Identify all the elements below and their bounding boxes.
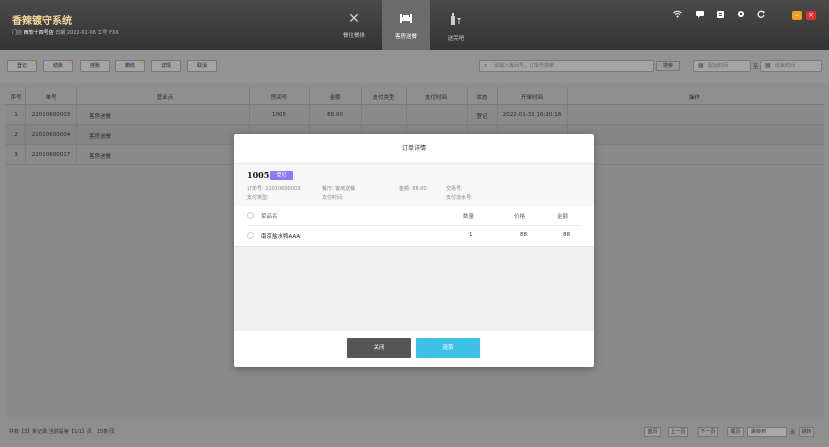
bed-icon — [382, 12, 430, 27]
date-label: 日期 — [55, 30, 66, 36]
nav-table-service[interactable]: ✕ 餐位餐排 — [330, 0, 378, 50]
end-time-input[interactable]: ▦ 结束时间 — [760, 60, 822, 72]
item-row[interactable]: 南京盐水鸭AAA 1 88 88 — [247, 226, 581, 246]
refund-button[interactable]: 退菜 — [416, 338, 480, 358]
select-all-checkbox[interactable] — [247, 212, 254, 219]
serial-field: 支付流水号: — [446, 195, 473, 201]
dialog-title: 订单详情 — [234, 134, 594, 164]
store-name: 西软十四号店 — [23, 30, 54, 36]
close-button[interactable]: 关闭 — [347, 338, 411, 358]
pay-type-field: 支付类型: — [247, 195, 269, 201]
amount-field: 金额: 88.00 — [399, 186, 427, 192]
next-page-button[interactable]: 下一页 — [698, 427, 718, 437]
calendar-icon: ▦ — [765, 62, 771, 69]
trade-no-field: 交易号: — [446, 186, 463, 192]
col-room: 房间号 — [270, 95, 288, 101]
refresh-icon[interactable] — [757, 10, 765, 20]
app-title: 香辣镀守系统 — [12, 16, 72, 27]
goto-page-input[interactable]: 跳转到 — [747, 427, 787, 437]
pagination-summary: 共有【3】条记录,当前是第【1/1】页 15条/页 — [9, 429, 115, 435]
item-checkbox[interactable] — [247, 232, 254, 239]
search-input[interactable]: ⌕ 请输入房间号，订单号搜索 — [479, 60, 654, 72]
calendar-icon: ▦ — [698, 62, 704, 69]
column-divider — [76, 87, 77, 165]
charge-account-button[interactable]: 挂账 — [80, 60, 110, 72]
range-separator: 至 — [753, 64, 759, 70]
room-number: 1005 — [247, 170, 270, 180]
items-empty-area — [234, 246, 594, 331]
start-time-input[interactable]: ▦ 起始时间 — [693, 60, 751, 72]
items-table-header: 菜品名 数量 价格 金额 — [247, 206, 581, 226]
jump-button[interactable]: 跳转 — [799, 427, 814, 437]
col-no: 序号 — [10, 95, 22, 101]
table-header: 序号 单号 营业点 房间号 金额 支付类型 支付时间 状态 开单时间 操作 — [5, 87, 824, 105]
restaurant-field: 餐厅: 客房送餐 — [322, 186, 356, 192]
col-pay-type: 支付类型 — [372, 95, 395, 101]
pagination-footer: 共有【3】条记录,当前是第【1/1】页 15条/页 首页 上一页 下一页 尾页 … — [0, 420, 829, 447]
last-page-button[interactable]: 尾页 — [727, 427, 744, 437]
worker-label: 工号 — [97, 30, 108, 36]
item-name: 南京盐水鸭AAA — [261, 234, 301, 240]
item-amount: 88 — [563, 232, 570, 238]
col-actions: 操作 — [688, 95, 700, 101]
undo-checkout-button[interactable]: 撤结 — [115, 60, 145, 72]
search-button[interactable]: 搜索 — [656, 61, 680, 71]
order-detail-dialog: 订单详情 1005 登记 订单号: 22010600003 餐厅: 客房送餐 金… — [234, 134, 594, 367]
col-status: 状态 — [476, 95, 488, 101]
cancel-button[interactable]: 取消 — [187, 60, 217, 72]
col-outlet: 营业点 — [156, 95, 174, 101]
store-info: 门店 西软十四号店 日期 2022-01-06 工号 FXX — [12, 29, 119, 36]
nav-bar[interactable]: 送完吧 — [432, 0, 480, 50]
column-divider — [25, 87, 26, 165]
search-icon: ⌕ — [484, 62, 488, 69]
minimize-button[interactable]: – — [792, 11, 802, 20]
clipboard-icon[interactable] — [717, 10, 724, 20]
nav-room-service[interactable]: 客房送餐 — [382, 0, 430, 50]
worker-value: FXX — [109, 30, 119, 36]
item-price: 88 — [520, 232, 527, 238]
wifi-icon[interactable] — [673, 10, 682, 20]
order-no-field: 订单号: 22010600003 — [247, 186, 301, 192]
register-button[interactable]: 登记 — [7, 60, 37, 72]
col-amount: 金额 — [329, 95, 341, 101]
page-unit: 页 — [790, 430, 796, 436]
pay-time-field: 支付时间: — [322, 195, 344, 201]
status-badge: 登记 — [270, 171, 293, 180]
details-button[interactable]: 详情 — [151, 60, 181, 72]
order-info-panel: 1005 登记 订单号: 22010600003 餐厅: 客房送餐 金额: 88… — [234, 164, 594, 206]
col-order: 单号 — [45, 95, 57, 101]
store-label: 门店 — [12, 30, 23, 36]
checkout-button[interactable]: 结账 — [43, 60, 73, 72]
gear-icon[interactable] — [737, 10, 745, 20]
col-open-time: 开单时间 — [520, 95, 543, 101]
close-window-button[interactable]: × — [806, 11, 816, 20]
message-icon[interactable] — [696, 10, 704, 20]
date-value: 2022-01-06 — [66, 30, 96, 36]
bottle-icon — [432, 12, 480, 29]
col-pay-time: 支付时间 — [424, 95, 447, 101]
utensils-icon: ✕ — [348, 11, 360, 27]
table-row[interactable]: 1 22010600003 客房送餐 1005 88.00 登记 2022-01… — [5, 105, 824, 125]
first-page-button[interactable]: 首页 — [644, 427, 661, 437]
toolbar: 登记 结账 挂账 撤结 详情 取消 ⌕ 请输入房间号，订单号搜索 搜索 ▦ 起始… — [0, 50, 829, 83]
app-header: 香辣镀守系统 门店 西软十四号店 日期 2022-01-06 工号 FXX ✕ … — [0, 0, 829, 50]
item-qty: 1 — [469, 232, 473, 238]
search-placeholder: 请输入房间号，订单号搜索 — [494, 63, 555, 69]
prev-page-button[interactable]: 上一页 — [668, 427, 688, 437]
